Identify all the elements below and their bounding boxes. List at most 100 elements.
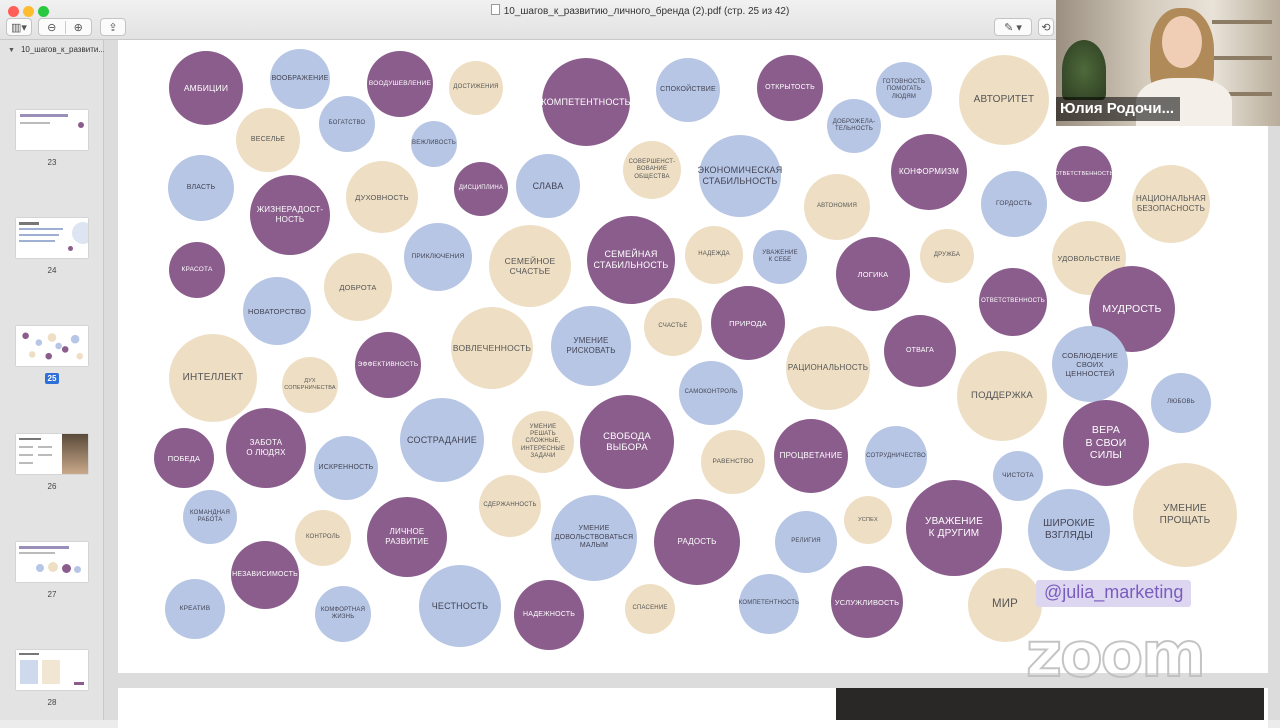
value-bubble: Умение рисковать <box>551 306 631 386</box>
value-bubble: Совершенст- вование общества <box>623 141 681 199</box>
value-bubble: Вежливость <box>411 121 457 167</box>
value-bubble: Гордость <box>981 171 1047 237</box>
sidebar-document-header[interactable]: ▼ 10_шагов_к_развити... <box>8 45 105 54</box>
zoom-in-icon[interactable]: ⊕ <box>66 21 92 34</box>
page-thumbnail[interactable] <box>16 542 88 582</box>
value-bubble: Красота <box>169 242 225 298</box>
value-bubble: Дружба <box>920 229 974 283</box>
value-bubble: Комфортная жизнь <box>315 586 371 642</box>
webcam-video-tile[interactable]: Юлия Родочи... <box>1056 0 1280 126</box>
value-bubble: Открытость <box>757 55 823 121</box>
value-bubble: Вера в свои силы <box>1063 400 1149 486</box>
value-bubble: Успех <box>844 496 892 544</box>
value-bubble: Победа <box>154 428 214 488</box>
page-thumbnail[interactable] <box>16 218 88 258</box>
value-bubble: Компетентность <box>739 574 799 634</box>
value-bubble: Честность <box>419 565 501 647</box>
value-bubble: Любовь <box>1151 373 1211 433</box>
value-bubble: Воодушевление <box>367 51 433 117</box>
value-bubble: Религия <box>775 511 837 573</box>
value-bubble: Спокойствие <box>656 58 720 122</box>
value-bubble: Креатив <box>165 579 225 639</box>
value-bubble: Равенство <box>701 430 765 494</box>
value-bubble: Спасение <box>625 584 675 634</box>
rotate-icon: ⟲ <box>1041 21 1051 34</box>
value-bubble: Независимость <box>231 541 299 609</box>
plant <box>1062 40 1106 100</box>
zoom-out-icon[interactable]: ⊖ <box>39 20 66 34</box>
value-bubble: Счастье <box>644 298 702 356</box>
markup-button[interactable]: ✎ ▾ <box>994 18 1032 36</box>
value-bubble: Духовность <box>346 161 418 233</box>
value-bubble: Слава <box>516 154 580 218</box>
value-bubble: Вовлеченность <box>451 307 533 389</box>
maximize-window-button[interactable] <box>38 6 49 17</box>
bookshelf <box>1212 56 1272 60</box>
page-number: 27 <box>47 590 57 599</box>
value-bubble: Широкие взгляды <box>1028 489 1110 571</box>
page-thumbnail-selected[interactable] <box>16 326 88 366</box>
share-icon: ⇪ <box>108 21 118 34</box>
value-bubble: Семейная стабильность <box>587 216 675 304</box>
close-window-button[interactable] <box>8 6 19 17</box>
value-bubble: Компетентность <box>541 58 631 146</box>
value-bubble: Национальная безопасность <box>1132 165 1210 243</box>
page-thumbnail[interactable] <box>16 650 88 690</box>
page-number: 23 <box>47 158 57 167</box>
value-bubble: Рациональность <box>786 326 870 410</box>
participant-name: Юлия Родочи... <box>1056 97 1181 121</box>
value-bubble: Конформизм <box>891 134 967 210</box>
value-bubble: Радость <box>654 499 740 585</box>
value-bubble: Амбиции <box>169 51 243 125</box>
value-bubble: Умение довольствоваться малым <box>551 495 637 581</box>
value-bubble: Семейное счастье <box>489 225 571 307</box>
value-bubble: Уважение к другим <box>906 480 1002 576</box>
value-bubble: Надежда <box>685 226 743 284</box>
presenter-face <box>1162 16 1202 68</box>
page-number: 24 <box>47 266 57 275</box>
value-bubble: Сотрудничество <box>865 426 927 488</box>
value-bubble: Свобода выбора <box>580 395 674 489</box>
value-bubble: Надежность <box>514 580 584 650</box>
page-thumbnail[interactable] <box>16 110 88 150</box>
thumbnail-sidebar: ▼ 10_шагов_к_развити... 23 24 25 26 27 2… <box>0 40 105 720</box>
shared-screen-edge <box>836 688 1264 720</box>
value-bubble: Командная работа <box>183 490 237 544</box>
value-bubble: Сдержанность <box>479 475 541 537</box>
minimize-window-button[interactable] <box>23 6 34 17</box>
value-bubble: Готовность помогать людям <box>876 62 932 118</box>
instagram-handle-label: @julia_marketing <box>1036 580 1192 607</box>
value-bubble: Новаторство <box>243 277 311 345</box>
value-bubble: Соблюдение своих ценностей <box>1052 326 1128 402</box>
value-bubble: Дух соперничества <box>282 357 338 413</box>
value-bubble: Жизнерадост- ность <box>250 175 330 255</box>
value-bubble: Процветание <box>774 419 848 493</box>
share-button[interactable]: ⇪ <box>100 18 126 36</box>
value-bubble: Уважение к себе <box>753 230 807 284</box>
pdf-page: Амбиции Воображение Воодушевление Достижени… <box>118 40 1268 673</box>
value-bubble: Эффективность <box>355 332 421 398</box>
value-bubble: Автономия <box>804 174 870 240</box>
value-bubble: Воображение <box>270 49 330 109</box>
value-bubble: Отвага <box>884 315 956 387</box>
value-bubble: Забота о людях <box>226 408 306 488</box>
value-bubble: Контроль <box>295 510 351 566</box>
value-bubble: Искренность <box>314 436 378 500</box>
value-bubble: Сострадание <box>400 398 484 482</box>
value-bubble: Доброжела- тельность <box>827 99 881 153</box>
value-bubble: Личное развитие <box>367 497 447 577</box>
rotate-button[interactable]: ⟲ <box>1038 18 1054 36</box>
disclosure-triangle-icon[interactable]: ▼ <box>8 47 15 54</box>
value-bubble: Веселье <box>236 108 300 172</box>
zoom-watermark: zoom <box>1025 617 1207 692</box>
value-bubble: Власть <box>168 155 234 221</box>
value-bubble: Ответственность <box>979 268 1047 336</box>
page-number: 28 <box>47 698 57 707</box>
value-bubble: Услужливость <box>831 566 903 638</box>
sidebar-toggle-button[interactable]: ▥▾ <box>6 18 32 36</box>
value-bubble: Интеллект <box>169 334 257 422</box>
pdf-file-icon <box>490 4 500 15</box>
value-bubble: Авторитет <box>959 55 1049 145</box>
value-bubble: Умение прощать <box>1133 463 1237 567</box>
value-bubble: Экономическая стабильность <box>698 135 782 217</box>
